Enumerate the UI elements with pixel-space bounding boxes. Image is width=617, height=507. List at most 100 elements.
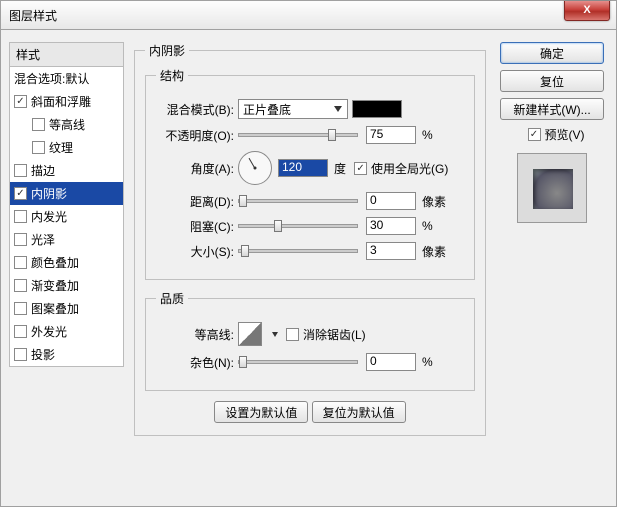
chevron-down-icon[interactable]: [272, 332, 278, 337]
checkbox-icon: [528, 128, 541, 141]
new-style-button[interactable]: 新建样式(W)...: [500, 98, 604, 120]
preview-thumbnail: [517, 153, 587, 223]
checkbox-icon: [286, 328, 299, 341]
sidebar-item-label: 描边: [31, 162, 55, 179]
sidebar-item-0[interactable]: 混合选项:默认: [10, 67, 123, 90]
inner-shadow-group: 内阴影 结构 混合模式(B): 正片叠底 不透明度(O): 75 %: [134, 42, 486, 436]
sidebar-item-label: 等高线: [49, 116, 85, 133]
contour-label: 等高线:: [156, 326, 238, 343]
distance-input[interactable]: 0: [366, 192, 416, 210]
sidebar-item-label: 图案叠加: [31, 300, 79, 317]
checkbox-icon: [14, 95, 27, 108]
ok-button[interactable]: 确定: [500, 42, 604, 64]
styles-list: 混合选项:默认斜面和浮雕等高线纹理描边内阴影内发光光泽颜色叠加渐变叠加图案叠加外…: [9, 67, 124, 367]
sidebar-item-label: 光泽: [31, 231, 55, 248]
checkbox-icon: [14, 256, 27, 269]
sidebar-item-8[interactable]: 颜色叠加: [10, 251, 123, 274]
contour-picker[interactable]: [238, 322, 262, 346]
sidebar-item-4[interactable]: 描边: [10, 159, 123, 182]
sidebar-item-label: 渐变叠加: [31, 277, 79, 294]
checkbox-icon: [14, 210, 27, 223]
choke-unit: %: [422, 219, 433, 233]
global-light-checkbox[interactable]: 使用全局光(G): [354, 160, 448, 177]
panel-title: 内阴影: [145, 42, 189, 59]
sidebar-item-10[interactable]: 图案叠加: [10, 297, 123, 320]
cancel-button[interactable]: 复位: [500, 70, 604, 92]
antialias-label: 消除锯齿(L): [303, 326, 366, 343]
size-label: 大小(S):: [156, 243, 238, 260]
choke-input[interactable]: 30: [366, 217, 416, 235]
sidebar-item-2[interactable]: 等高线: [10, 113, 123, 136]
distance-unit: 像素: [422, 193, 446, 210]
global-light-label: 使用全局光(G): [371, 160, 448, 177]
sidebar-item-5[interactable]: 内阴影: [10, 182, 123, 205]
sidebar-item-label: 颜色叠加: [31, 254, 79, 271]
choke-slider[interactable]: [238, 224, 358, 228]
chevron-down-icon: [331, 102, 345, 116]
styles-sidebar: 样式 混合选项:默认斜面和浮雕等高线纹理描边内阴影内发光光泽颜色叠加渐变叠加图案…: [9, 42, 124, 367]
blend-mode-combo[interactable]: 正片叠底: [238, 99, 348, 119]
sidebar-item-12[interactable]: 投影: [10, 343, 123, 366]
antialias-checkbox[interactable]: 消除锯齿(L): [286, 326, 366, 343]
angle-label: 角度(A):: [156, 160, 238, 177]
checkbox-icon: [14, 233, 27, 246]
preview-label: 预览(V): [545, 126, 585, 143]
checkbox-icon: [32, 141, 45, 154]
make-default-button[interactable]: 设置为默认值: [214, 401, 308, 423]
noise-input[interactable]: 0: [366, 353, 416, 371]
reset-default-button[interactable]: 复位为默认值: [312, 401, 406, 423]
sidebar-item-label: 内发光: [31, 208, 67, 225]
checkbox-icon: [354, 162, 367, 175]
structure-legend: 结构: [156, 67, 188, 84]
sidebar-item-label: 纹理: [49, 139, 73, 156]
noise-unit: %: [422, 355, 433, 369]
sidebar-item-label: 外发光: [31, 323, 67, 340]
sidebar-item-label: 斜面和浮雕: [31, 93, 91, 110]
opacity-label: 不透明度(O):: [156, 127, 238, 144]
close-button[interactable]: X: [564, 1, 610, 21]
checkbox-icon: [14, 164, 27, 177]
quality-group: 品质 等高线: 消除锯齿(L) 杂色(N): 0 %: [145, 290, 475, 391]
dialog-body: 样式 混合选项:默认斜面和浮雕等高线纹理描边内阴影内发光光泽颜色叠加渐变叠加图案…: [0, 30, 617, 507]
size-input[interactable]: 3: [366, 242, 416, 260]
color-swatch[interactable]: [352, 100, 402, 118]
opacity-input[interactable]: 75: [366, 126, 416, 144]
angle-unit: 度: [334, 160, 346, 177]
opacity-slider[interactable]: [238, 133, 358, 137]
checkbox-icon: [14, 325, 27, 338]
structure-group: 结构 混合模式(B): 正片叠底 不透明度(O): 75 % 角度: [145, 67, 475, 280]
noise-slider[interactable]: [238, 360, 358, 364]
sidebar-item-label: 混合选项:默认: [14, 70, 89, 87]
sidebar-item-label: 内阴影: [31, 185, 67, 202]
angle-dial[interactable]: [238, 151, 272, 185]
sidebar-item-7[interactable]: 光泽: [10, 228, 123, 251]
size-unit: 像素: [422, 243, 446, 260]
sidebar-item-label: 投影: [31, 346, 55, 363]
noise-label: 杂色(N):: [156, 354, 238, 371]
opacity-unit: %: [422, 128, 433, 142]
sidebar-item-1[interactable]: 斜面和浮雕: [10, 90, 123, 113]
sidebar-item-11[interactable]: 外发光: [10, 320, 123, 343]
checkbox-icon: [32, 118, 45, 131]
distance-slider[interactable]: [238, 199, 358, 203]
checkbox-icon: [14, 279, 27, 292]
window-title: 图层样式: [9, 7, 57, 24]
checkbox-icon: [14, 302, 27, 315]
sidebar-item-9[interactable]: 渐变叠加: [10, 274, 123, 297]
preview-checkbox[interactable]: 预览(V): [528, 126, 585, 143]
main-panel: 内阴影 结构 混合模式(B): 正片叠底 不透明度(O): 75 %: [134, 42, 486, 498]
checkbox-icon: [14, 187, 27, 200]
choke-label: 阻塞(C):: [156, 218, 238, 235]
quality-legend: 品质: [156, 290, 188, 307]
sidebar-item-3[interactable]: 纹理: [10, 136, 123, 159]
size-slider[interactable]: [238, 249, 358, 253]
blend-mode-value: 正片叠底: [243, 101, 291, 118]
title-bar: 图层样式 X: [0, 0, 617, 30]
checkbox-icon: [14, 348, 27, 361]
angle-input[interactable]: 120: [278, 159, 328, 177]
distance-label: 距离(D):: [156, 193, 238, 210]
right-column: 确定 复位 新建样式(W)... 预览(V): [500, 42, 604, 223]
styles-header[interactable]: 样式: [9, 42, 124, 67]
blend-mode-label: 混合模式(B):: [156, 101, 238, 118]
sidebar-item-6[interactable]: 内发光: [10, 205, 123, 228]
